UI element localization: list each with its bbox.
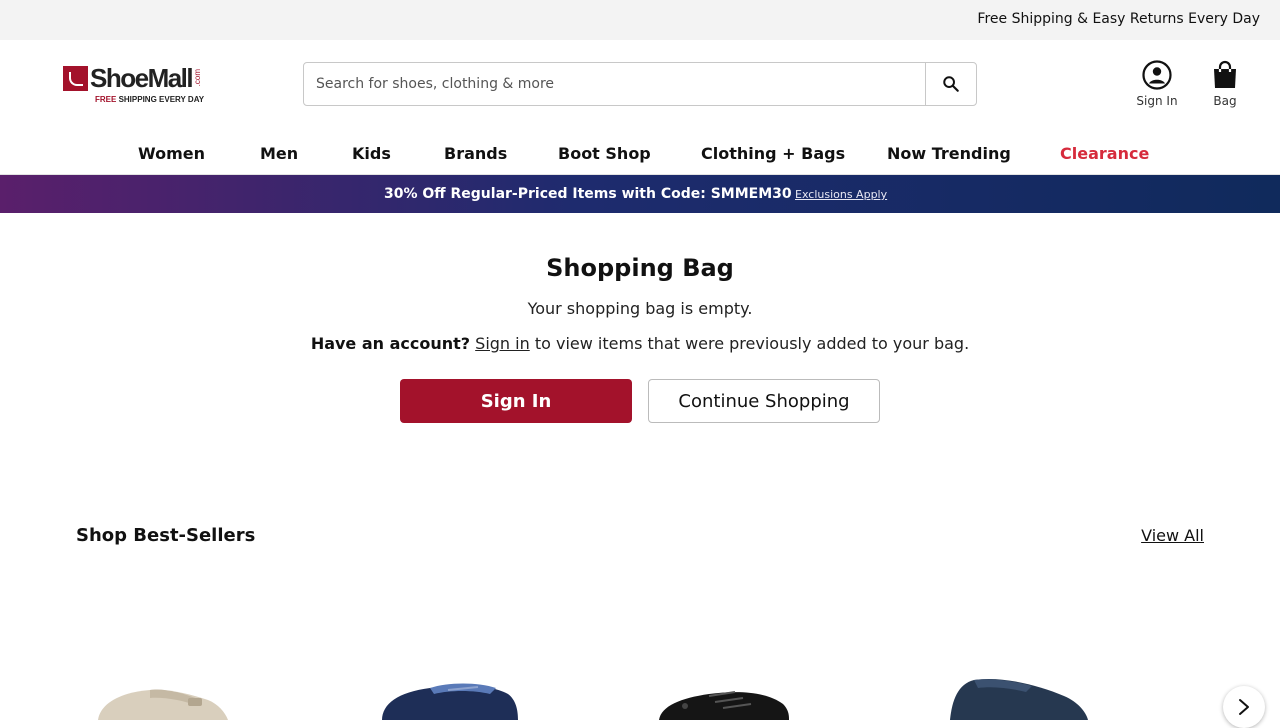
bag-label: Bag (1213, 94, 1237, 108)
empty-bag-message: Your shopping bag is empty. (527, 299, 753, 318)
header-bag[interactable]: Bag (1205, 60, 1245, 108)
search-icon (943, 76, 959, 92)
sign-in-link[interactable]: Sign in (475, 334, 530, 353)
logo-wordmark: ShoeMall (90, 63, 194, 93)
sign-in-button[interactable]: Sign In (400, 379, 632, 423)
product-image-navy-sneaker[interactable] (378, 670, 528, 720)
promo-text: 30% Off Regular-Priced Items with Code: … (384, 186, 792, 202)
product-image-black-sneaker[interactable] (655, 670, 805, 720)
nav-now-trending[interactable]: Now Trending (887, 144, 1011, 163)
exclusions-link[interactable]: Exclusions Apply (795, 188, 887, 201)
logo-tagline: FREE SHIPPING EVERY DAY (95, 95, 205, 104)
continue-shopping-button[interactable]: Continue Shopping (648, 379, 880, 423)
nav-brands[interactable]: Brands (444, 144, 507, 163)
nav-clearance[interactable]: Clearance (1060, 144, 1149, 163)
chevron-right-icon (1239, 699, 1249, 715)
page-title: Shopping Bag (546, 254, 734, 282)
header-sign-in[interactable]: Sign In (1130, 60, 1184, 108)
account-icon (1142, 60, 1172, 90)
product-image-clog[interactable] (90, 670, 240, 720)
logo-mark-icon (63, 65, 88, 91)
nav-boot-shop[interactable]: Boot Shop (558, 144, 651, 163)
logo-suffix: .com (193, 69, 203, 87)
account-prompt: Have an account? Sign in to view items t… (0, 334, 1280, 353)
shopping-bag-icon (1214, 60, 1236, 88)
search-bar (303, 62, 977, 106)
shipping-message: Free Shipping & Easy Returns Every Day (977, 11, 1260, 27)
nav-women[interactable]: Women (138, 144, 205, 163)
main-navigation: Women Men Kids Brands Boot Shop Clothing… (0, 128, 1280, 175)
search-input[interactable] (304, 63, 925, 105)
account-prompt-label: Have an account? (310, 334, 471, 353)
top-announcement-bar: Free Shipping & Easy Returns Every Day (0, 0, 1280, 40)
shoemall-logo[interactable]: ShoeMall .com FREE SHIPPING EVERY DAY (63, 65, 223, 107)
product-image-navy-slipon[interactable] (940, 670, 1100, 720)
view-all-link[interactable]: View All (1141, 526, 1204, 545)
best-sellers-heading: Shop Best-Sellers (76, 525, 256, 546)
nav-men[interactable]: Men (260, 144, 298, 163)
nav-clothing-bags[interactable]: Clothing + Bags (701, 144, 845, 163)
site-header: ShoeMall .com FREE SHIPPING EVERY DAY Si… (0, 40, 1280, 128)
sign-in-label: Sign In (1136, 94, 1178, 108)
account-prompt-suffix: to view items that were previously added… (529, 334, 970, 353)
nav-kids[interactable]: Kids (352, 144, 391, 163)
carousel-next-button[interactable] (1223, 686, 1265, 728)
promo-banner: 30% Off Regular-Priced Items with Code: … (0, 175, 1280, 213)
search-button[interactable] (925, 63, 976, 105)
